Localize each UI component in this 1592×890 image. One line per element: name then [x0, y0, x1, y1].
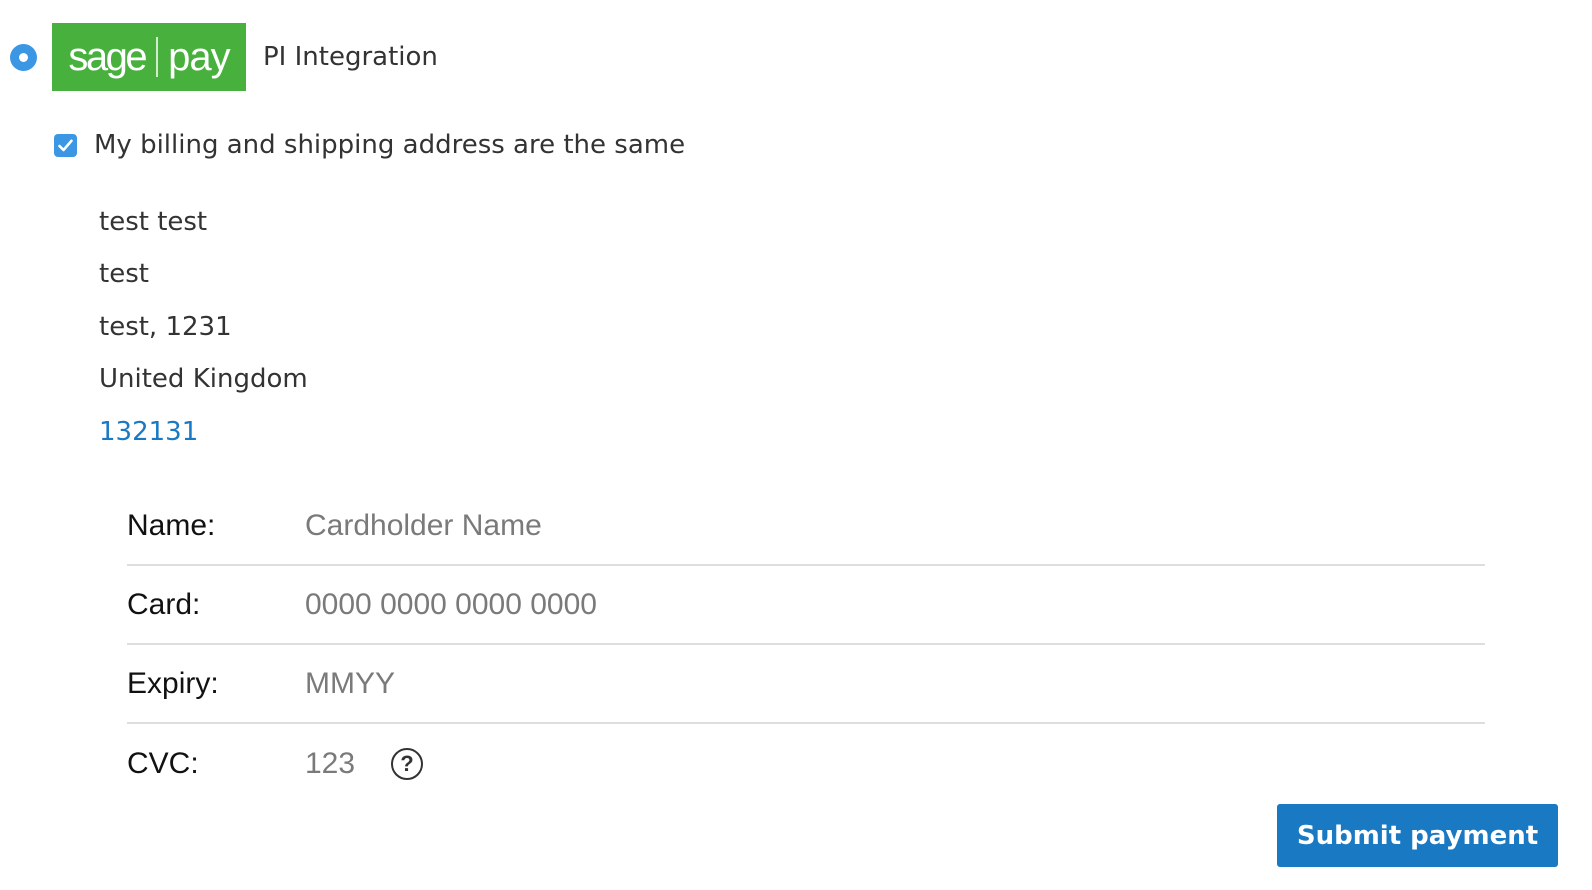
- address-phone-link[interactable]: 132131: [99, 406, 308, 458]
- payment-method-option[interactable]: sage pay PI Integration: [10, 22, 438, 92]
- cvc-label: CVC:: [127, 746, 199, 780]
- card-number-input[interactable]: [305, 574, 1485, 635]
- logo-divider: [156, 37, 159, 77]
- card-details-form: Name: Card: Expiry: CVC: ?: [127, 487, 1485, 803]
- cardholder-name-input[interactable]: [305, 495, 1485, 556]
- cardholder-name-row: Name:: [127, 487, 1485, 566]
- question-circle-icon[interactable]: ?: [391, 747, 423, 780]
- logo-word-sage: sage: [68, 34, 147, 79]
- same-address-checkbox[interactable]: [54, 133, 77, 157]
- same-address-option[interactable]: My billing and shipping address are the …: [54, 130, 685, 160]
- billing-address: test test test test, 1231 United Kingdom…: [99, 196, 308, 458]
- payment-method-title: PI Integration: [263, 42, 438, 72]
- cvc-row: CVC: ?: [127, 724, 1485, 803]
- card-number-label: Card:: [127, 587, 201, 621]
- sagepay-logo: sage pay: [52, 23, 246, 91]
- payment-method-radio[interactable]: [10, 43, 37, 71]
- cvc-input[interactable]: [305, 733, 375, 794]
- cardholder-name-label: Name:: [127, 508, 216, 542]
- expiry-input[interactable]: [305, 653, 1485, 714]
- expiry-label: Expiry:: [127, 666, 219, 700]
- address-city-postcode: test, 1231: [99, 311, 232, 342]
- same-address-label: My billing and shipping address are the …: [94, 130, 686, 160]
- submit-payment-button[interactable]: Submit payment: [1277, 804, 1558, 867]
- address-name: test test: [99, 207, 208, 237]
- address-country: United Kingdom: [99, 364, 308, 395]
- checkmark-icon: [58, 139, 73, 151]
- expiry-row: Expiry:: [127, 645, 1485, 724]
- address-street: test: [99, 259, 149, 290]
- radio-dot: [19, 52, 28, 62]
- logo-word-pay: pay: [168, 34, 230, 79]
- card-number-row: Card:: [127, 566, 1485, 645]
